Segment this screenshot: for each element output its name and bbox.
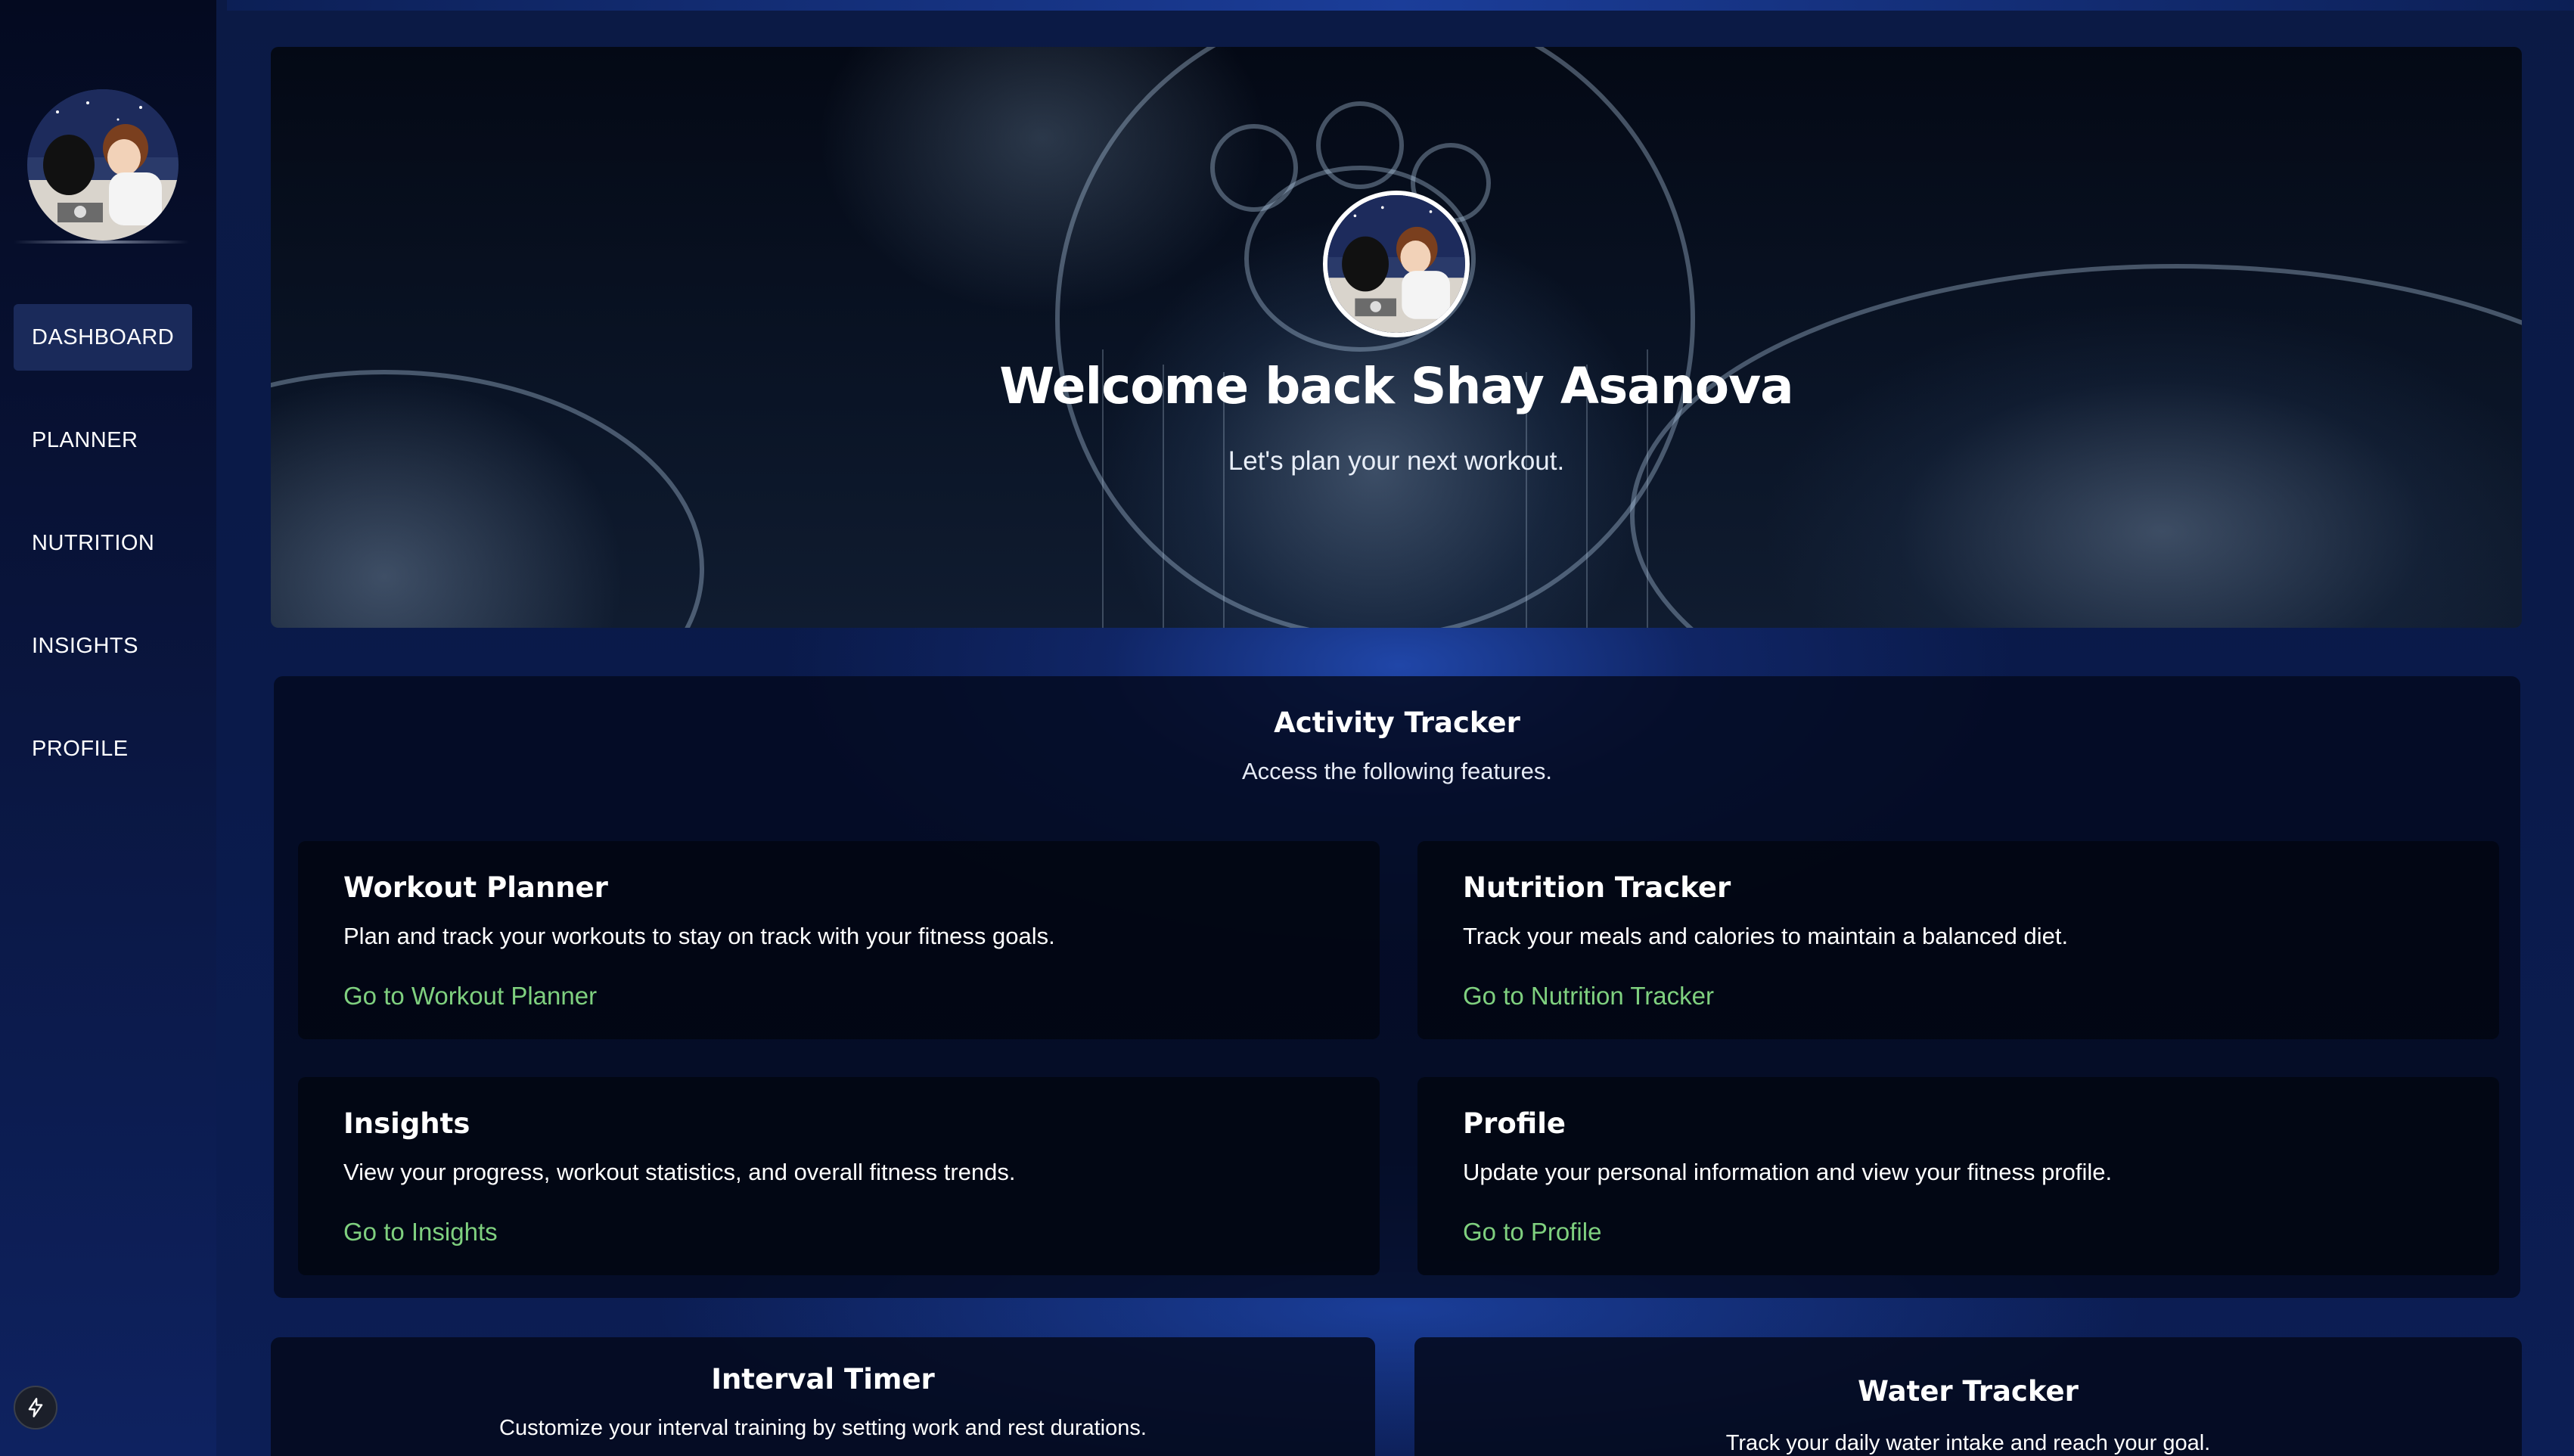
hero-banner: Welcome back Shay Asanova Let's plan you… — [271, 47, 2522, 628]
sidebar-item-dashboard[interactable]: DASHBOARD — [14, 304, 192, 371]
card-workout-planner: Workout Planner Plan and track your work… — [298, 841, 1380, 1039]
hero-avatar — [1323, 191, 1470, 337]
card-description: Update your personal information and vie… — [1463, 1159, 2113, 1185]
card-nutrition-tracker: Nutrition Tracker Track your meals and c… — [1417, 841, 2499, 1039]
lightning-bolt-button[interactable] — [14, 1386, 57, 1430]
avatar-illustration — [1327, 195, 1465, 333]
interval-timer-subtitle: Customize your interval training by sett… — [499, 1416, 1147, 1440]
app-root: DASHBOARD PLANNER NUTRITION INSIGHTS PRO… — [0, 0, 2574, 1456]
card-description: View your progress, workout statistics, … — [343, 1159, 1016, 1185]
sidebar: DASHBOARD PLANNER NUTRITION INSIGHTS PRO… — [0, 0, 216, 1456]
avatar-illustration — [27, 89, 179, 241]
card-description: Plan and track your workouts to stay on … — [343, 923, 1055, 949]
lightning-bolt-icon — [28, 1398, 43, 1417]
sidebar-item-insights[interactable]: INSIGHTS — [14, 613, 192, 679]
card-profile: Profile Update your personal information… — [1417, 1077, 2499, 1275]
sidebar-divider — [14, 241, 189, 244]
jellyfish-background-image — [271, 47, 2522, 628]
hero-title: Welcome back Shay Asanova — [999, 357, 1793, 415]
sidebar-nav: DASHBOARD PLANNER NUTRITION INSIGHTS PRO… — [14, 304, 192, 818]
sidebar-item-nutrition[interactable]: NUTRITION — [14, 510, 192, 576]
card-insights: Insights View your progress, workout sta… — [298, 1077, 1380, 1275]
nutrition-tracker-link[interactable]: Go to Nutrition Tracker — [1463, 982, 1714, 1011]
water-tracker-title: Water Tracker — [1858, 1375, 2079, 1408]
workout-planner-link[interactable]: Go to Workout Planner — [343, 982, 597, 1011]
card-title: Profile — [1463, 1107, 1566, 1140]
water-tracker-panel: Water Tracker Track your daily water int… — [1414, 1337, 2522, 1456]
water-tracker-subtitle: Track your daily water intake and reach … — [1725, 1431, 2211, 1455]
interval-timer-panel: Interval Timer Customize your interval t… — [271, 1337, 1375, 1456]
activity-tracker-title: Activity Tracker — [1274, 706, 1520, 739]
sidebar-item-planner[interactable]: PLANNER — [14, 407, 192, 473]
activity-tracker-panel: Activity Tracker Access the following fe… — [274, 676, 2520, 1298]
card-title: Nutrition Tracker — [1463, 871, 1731, 904]
insights-link[interactable]: Go to Insights — [343, 1218, 498, 1246]
top-accent-bar — [227, 0, 2574, 11]
card-description: Track your meals and calories to maintai… — [1463, 923, 2069, 949]
hero-subtitle: Let's plan your next workout. — [1228, 446, 1565, 476]
profile-link[interactable]: Go to Profile — [1463, 1218, 1601, 1246]
sidebar-avatar[interactable] — [27, 89, 179, 241]
sidebar-item-profile[interactable]: PROFILE — [14, 716, 192, 782]
card-title: Workout Planner — [343, 871, 608, 904]
card-title: Insights — [343, 1107, 470, 1140]
activity-tracker-subtitle: Access the following features. — [1241, 758, 1553, 784]
interval-timer-title: Interval Timer — [711, 1363, 935, 1395]
